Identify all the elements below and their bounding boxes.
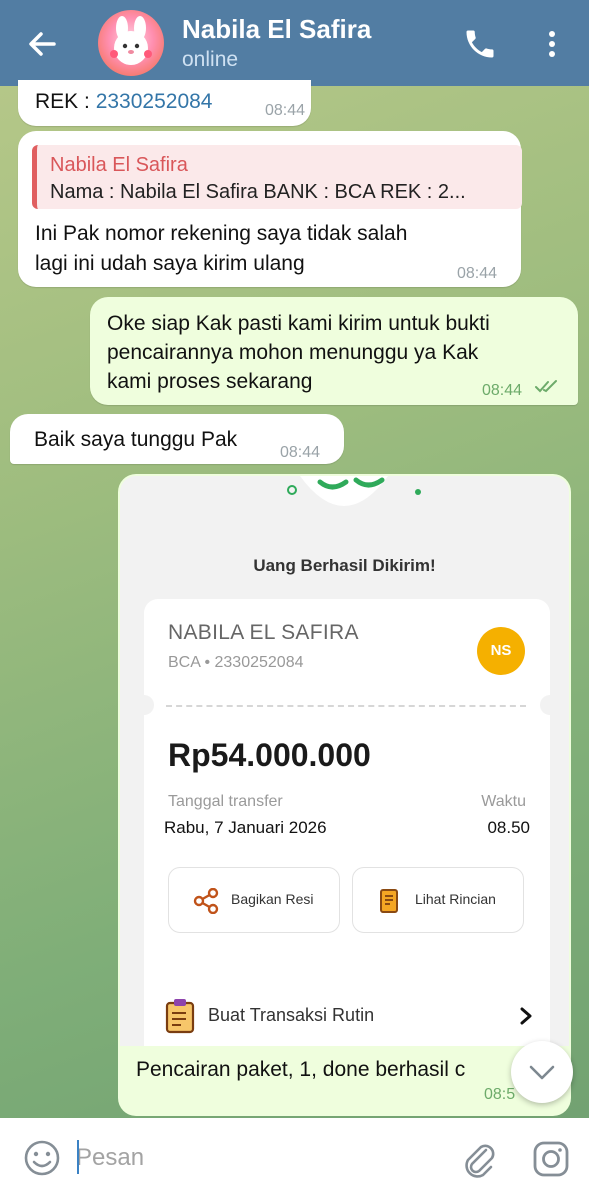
message-text-line: Ini Pak nomor rekening saya tidak salah [35,222,408,245]
recipient-name: NABILA EL SAFIRA [168,621,359,644]
emoji-icon [24,1140,60,1176]
routine-transaction-card: Buat Transaksi Rutin [144,978,550,1046]
back-button[interactable] [22,24,62,64]
account-number-link[interactable]: 2330252084 [96,90,213,113]
time-label: Waktu [481,793,526,810]
date-value: Rabu, 7 Januari 2026 [164,818,327,837]
message-text: REK : 2330252084 [35,87,212,116]
call-button[interactable] [462,26,498,62]
reply-quote[interactable]: Nabila El Safira Nama : Nabila El Safira… [32,145,522,209]
camera-button[interactable] [530,1138,572,1180]
ticket-notch [540,695,560,715]
message-input[interactable] [76,1138,436,1178]
ticket-notch [134,695,154,715]
share-receipt-button: Bagikan Resi [168,867,340,933]
quote-author: Nabila El Safira [50,154,188,176]
incoming-message[interactable]: Nabila El Safira Nama : Nabila El Safira… [18,131,522,287]
message-time: 08:5 [484,1086,516,1103]
image-caption: Pencairan paket, 1, done berhasil c [136,1058,466,1081]
message-text: Baik saya tunggu Pak [34,428,238,451]
bunny-avatar-image [110,16,152,65]
contact-avatar[interactable] [98,10,164,76]
clipboard-icon [165,999,195,1034]
view-details-label: Lihat Rincian [415,891,496,907]
attach-button[interactable] [458,1138,500,1180]
message-time: 08:44 [280,444,321,461]
message-text-line: kami proses sekarang [107,370,313,393]
outgoing-image-message[interactable]: Uang Berhasil Dikirim! NABILA EL SAFIRA … [118,474,571,1116]
chat-header: Nabila El Safira online [0,0,589,86]
scroll-to-bottom-button[interactable] [511,1041,573,1103]
share-receipt-label: Bagikan Resi [231,891,314,907]
contact-status: online [182,48,239,71]
time-value: 08.50 [487,818,530,837]
decorative-dots [287,476,421,506]
view-details-button: Lihat Rincian [352,867,524,933]
message-prefix: REK : [35,90,96,113]
message-text-line: pencairannya mohon menunggu ya Kak [107,341,479,364]
outgoing-message[interactable]: Oke siap Kak pasti kami kirim untuk bukt… [90,297,578,405]
recipient-initials-badge: NS [477,627,525,675]
transfer-receipt-image[interactable]: Uang Berhasil Dikirim! NABILA EL SAFIRA … [120,476,569,1046]
message-text-line: Oke siap Kak pasti kami kirim untuk bukt… [107,312,490,335]
back-arrow-icon [29,32,56,56]
message-time: 08:44 [457,265,498,282]
receipt-title: Uang Berhasil Dikirim! [253,556,436,575]
message-input-bar [0,1118,589,1199]
incoming-message[interactable]: Baik saya tunggu Pak 08:44 [10,414,344,464]
more-options-button[interactable] [540,26,564,62]
message-time: 08:44 [482,382,523,399]
message-text-line: lagi ini udah saya kirim ulang [35,252,305,275]
quote-text: Nama : Nabila El Safira BANK : BCA REK :… [50,181,466,203]
dashed-divider [166,705,526,707]
more-vert-icon [549,31,555,57]
share-icon [193,888,219,914]
double-check-icon [535,380,557,393]
message-time: 08:44 [265,102,306,119]
routine-transaction-label: Buat Transaksi Rutin [208,1005,375,1025]
incoming-message[interactable]: REK : 2330252084 08:44 [18,80,311,126]
chevron-right-icon [520,1007,532,1025]
emoji-button[interactable] [22,1138,62,1178]
contact-name[interactable]: Nabila El Safira [182,14,371,45]
camera-icon [533,1141,569,1177]
text-cursor [77,1140,79,1174]
phone-icon [466,30,494,58]
recipient-bank: BCA • 2330252084 [168,654,304,671]
document-icon [380,889,398,913]
paperclip-icon [465,1144,495,1178]
date-label: Tanggal transfer [168,793,283,810]
transfer-amount: Rp54.000.000 [168,737,371,773]
chevron-down-icon [529,1065,555,1080]
